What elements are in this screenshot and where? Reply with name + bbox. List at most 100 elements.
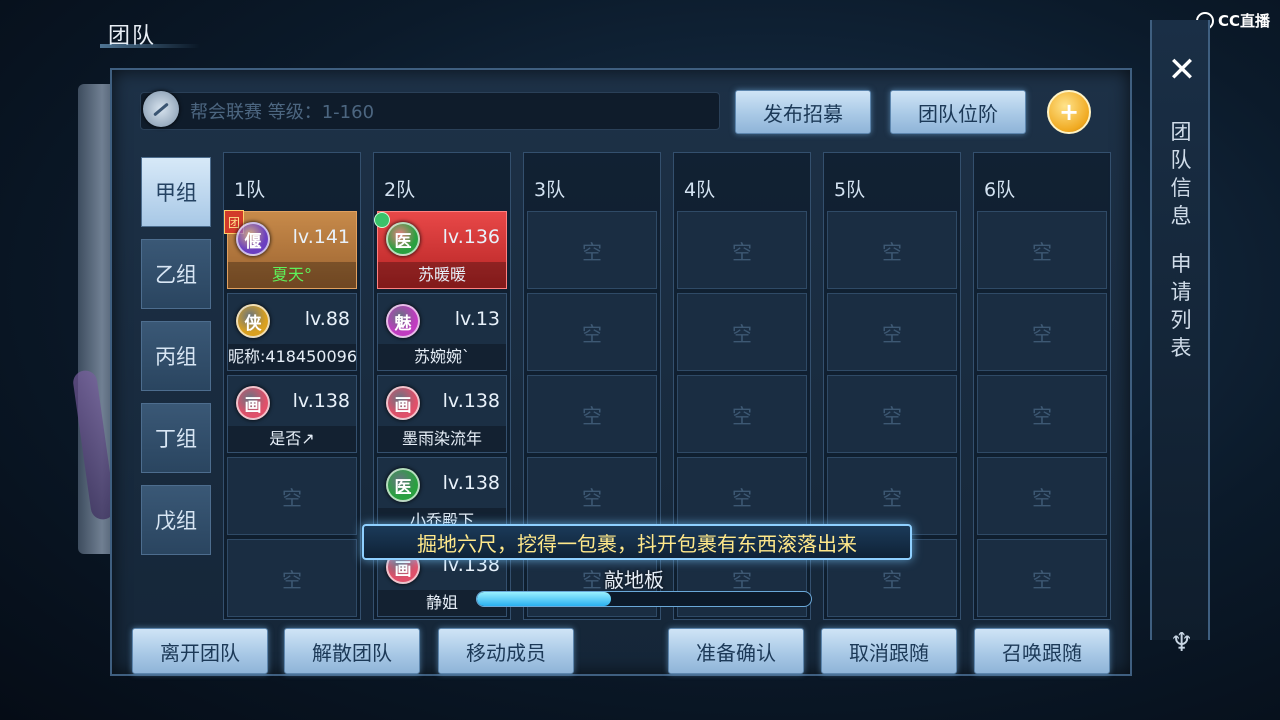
empty-label: 空 [882, 485, 902, 510]
empty-label: 空 [582, 239, 602, 264]
group-tab-3[interactable]: 丙组 [141, 321, 211, 391]
team-label: 3队 [534, 179, 566, 201]
class-icon: 魅 [386, 304, 420, 338]
member-slot[interactable]: 魅 lv.13 苏婉婉` [377, 293, 507, 371]
empty-label: 空 [1032, 403, 1052, 428]
move-member-button[interactable]: 移动成员 [438, 628, 574, 674]
close-icon[interactable]: ✕ [1164, 50, 1200, 90]
group-tab-2[interactable]: 乙组 [141, 239, 211, 309]
brand-text: CC直播 [1218, 12, 1271, 30]
empty-slot[interactable]: 空 [977, 539, 1107, 617]
empty-slot[interactable]: 空 [527, 211, 657, 289]
empty-label: 空 [582, 485, 602, 510]
progress-label: 敲地板 [604, 568, 664, 592]
member-slot[interactable]: 侠 lv.88 昵称:4184500969 [227, 293, 357, 371]
group-tab-4[interactable]: 丁组 [141, 403, 211, 473]
empty-label: 空 [582, 403, 602, 428]
leave-team-button[interactable]: 离开团队 [132, 628, 268, 674]
empty-label: 空 [732, 239, 752, 264]
team-label: 2队 [384, 179, 416, 201]
empty-slot[interactable]: 空 [977, 457, 1107, 535]
tab-char: 信 [1170, 176, 1192, 200]
tab-char: 息 [1170, 204, 1192, 228]
member-level: lv.138 [442, 390, 500, 412]
search-icon[interactable] [143, 91, 179, 127]
empty-label: 空 [1032, 485, 1052, 510]
empty-slot[interactable]: 空 [827, 375, 957, 453]
member-level: lv.88 [304, 308, 350, 330]
empty-slot[interactable]: 空 [527, 375, 657, 453]
empty-slot[interactable]: 空 [677, 293, 807, 371]
empty-label: 空 [882, 321, 902, 346]
tab-char: 表 [1170, 336, 1192, 360]
team-column-1: 1队团偃 lv.141 夏天° 侠 lv.88 昵称:4184500969 画 lv.138 是… [223, 152, 361, 620]
member-name: 昵称:4184500969 [228, 344, 356, 370]
tab-char: 申 [1170, 252, 1192, 276]
empty-slot[interactable]: 空 [527, 293, 657, 371]
member-name: 苏暖暖 [378, 262, 506, 288]
team-label: 5队 [834, 179, 866, 201]
empty-slot[interactable]: 空 [827, 211, 957, 289]
add-user-icon: + [1058, 98, 1080, 126]
dissolve-team-button[interactable]: 解散团队 [284, 628, 420, 674]
empty-slot[interactable]: 空 [977, 211, 1107, 289]
team-rank-button[interactable]: 团队位阶 [890, 90, 1026, 134]
empty-label: 空 [582, 567, 602, 592]
progress-fill [477, 592, 611, 606]
empty-label: 空 [282, 485, 302, 510]
empty-slot[interactable]: 空 [227, 457, 357, 535]
member-slot[interactable]: 医 lv.136 苏暖暖 [374, 211, 507, 289]
empty-label: 空 [1032, 321, 1052, 346]
add-member-button[interactable]: + [1047, 90, 1091, 134]
ready-confirm-button[interactable]: 准备确认 [668, 628, 804, 674]
empty-label: 空 [882, 567, 902, 592]
team-label: 6队 [984, 179, 1016, 201]
system-message: 掘地六尺，挖得一包裹，抖开包裹有东西滚落出来 [362, 524, 912, 560]
member-name: 墨雨染流年 [378, 426, 506, 452]
class-icon: 画 [236, 386, 270, 420]
member-name: 夏天° [228, 262, 356, 288]
empty-label: 空 [882, 403, 902, 428]
empty-label: 空 [1032, 239, 1052, 264]
group-tab-5[interactable]: 戊组 [141, 485, 211, 555]
empty-slot[interactable]: 空 [827, 293, 957, 371]
member-slot[interactable]: 团偃 lv.141 夏天° [224, 210, 357, 289]
empty-label: 空 [732, 567, 752, 592]
summon-follow-button[interactable]: 召唤跟随 [974, 628, 1110, 674]
member-slot[interactable]: 画 lv.138 墨雨染流年 [377, 375, 507, 453]
class-icon: 画 [386, 386, 420, 420]
status-dot-icon [374, 212, 390, 228]
progress-bar [476, 591, 812, 607]
empty-label: 空 [732, 403, 752, 428]
team-column-6: 6队空空空空空 [973, 152, 1111, 620]
member-slot[interactable]: 画 lv.138 是否↗ [227, 375, 357, 453]
empty-slot[interactable]: 空 [977, 375, 1107, 453]
cancel-follow-button[interactable]: 取消跟随 [821, 628, 957, 674]
empty-slot[interactable]: 空 [227, 539, 357, 617]
tab-team-info[interactable]: 团队信息 [1166, 118, 1196, 230]
empty-slot[interactable]: 空 [677, 375, 807, 453]
empty-slot[interactable]: 空 [677, 211, 807, 289]
class-icon: 医 [386, 222, 420, 256]
team-label: 1队 [234, 179, 266, 201]
member-level: lv.13 [454, 308, 500, 330]
empty-slot[interactable]: 空 [977, 293, 1107, 371]
empty-label: 空 [1032, 567, 1052, 592]
search-text: 帮会联赛 等级：1-160 [190, 102, 375, 123]
member-level: lv.136 [442, 226, 500, 248]
empty-label: 空 [732, 485, 752, 510]
class-icon: 医 [386, 468, 420, 502]
title-underline [100, 44, 200, 48]
member-level: lv.141 [292, 226, 350, 248]
member-level: lv.138 [292, 390, 350, 412]
tassel-icon: ♆ [1170, 628, 1194, 658]
empty-label: 空 [282, 567, 302, 592]
team-label: 4队 [684, 179, 716, 201]
tab-apply-list[interactable]: 申请列表 [1166, 250, 1196, 362]
tab-char: 请 [1170, 280, 1192, 304]
member-level: lv.138 [442, 472, 500, 494]
tab-char: 团 [1170, 120, 1192, 144]
member-name: 是否↗ [228, 426, 356, 452]
recruit-button[interactable]: 发布招募 [735, 90, 871, 134]
group-tab-1[interactable]: 甲组 [141, 157, 211, 227]
